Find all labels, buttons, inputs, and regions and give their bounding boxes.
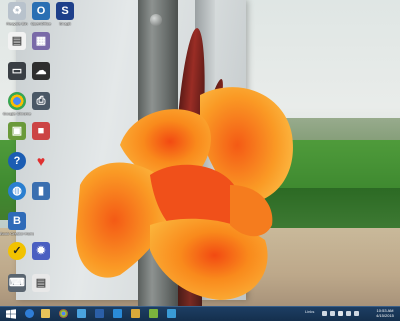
taskbar-mail[interactable] (110, 308, 124, 319)
usb-icon: ▮ (32, 182, 50, 200)
clock-date: 4/15/2015 (376, 313, 394, 318)
printer-icon: ⎙ (32, 92, 50, 110)
heart-icon: ♥ (36, 153, 46, 169)
pole-bolt (150, 14, 162, 26)
network-icon[interactable] (330, 311, 335, 316)
start-button[interactable] (4, 308, 18, 319)
keyboard-tray-icon[interactable] (354, 311, 359, 316)
snagit-icon: S (56, 2, 74, 20)
photos-taskbar-icon (76, 309, 86, 318)
folder-taskbar-icon (130, 309, 140, 318)
flag-icon[interactable] (338, 311, 343, 316)
chrome-taskbar-icon (58, 309, 68, 318)
wallpaper-icon: ▦ (32, 32, 50, 50)
windows-start-icon (6, 309, 16, 319)
game-icon: ■ (32, 122, 50, 140)
taskbar-folder[interactable] (128, 308, 142, 319)
gear-app-icon: ✹ (32, 242, 50, 260)
taskbar-app[interactable] (146, 308, 160, 319)
ps-taskbar-icon (94, 309, 104, 318)
taskbar-chrome[interactable] (56, 308, 70, 319)
taskbar-explorer[interactable] (38, 308, 52, 319)
canna-flower (75, 87, 293, 300)
taskbar: Links 10:53 AM 4/15/2015 (0, 306, 400, 321)
ie-icon (24, 309, 34, 318)
taskbar-clock[interactable]: 10:53 AM 4/15/2015 (372, 308, 398, 318)
taskbar-screen[interactable] (164, 308, 178, 319)
taskbar-photos[interactable] (74, 308, 88, 319)
taskbar-ps[interactable] (92, 308, 106, 319)
desktop-wallpaper (0, 0, 400, 306)
taskbar-ie[interactable] (22, 308, 36, 319)
book-creator-icon: B (8, 212, 26, 230)
screen-taskbar-icon (166, 309, 176, 318)
mail-taskbar-icon (112, 309, 122, 318)
file-explorer-icon (40, 309, 50, 318)
links-toolbar-label[interactable]: Links (305, 309, 314, 314)
battery-icon[interactable] (346, 311, 351, 316)
file-icon: ▤ (32, 274, 50, 292)
cloud-icon: ☁ (32, 62, 50, 80)
volume-icon[interactable] (322, 311, 327, 316)
app-taskbar-icon (148, 309, 158, 318)
